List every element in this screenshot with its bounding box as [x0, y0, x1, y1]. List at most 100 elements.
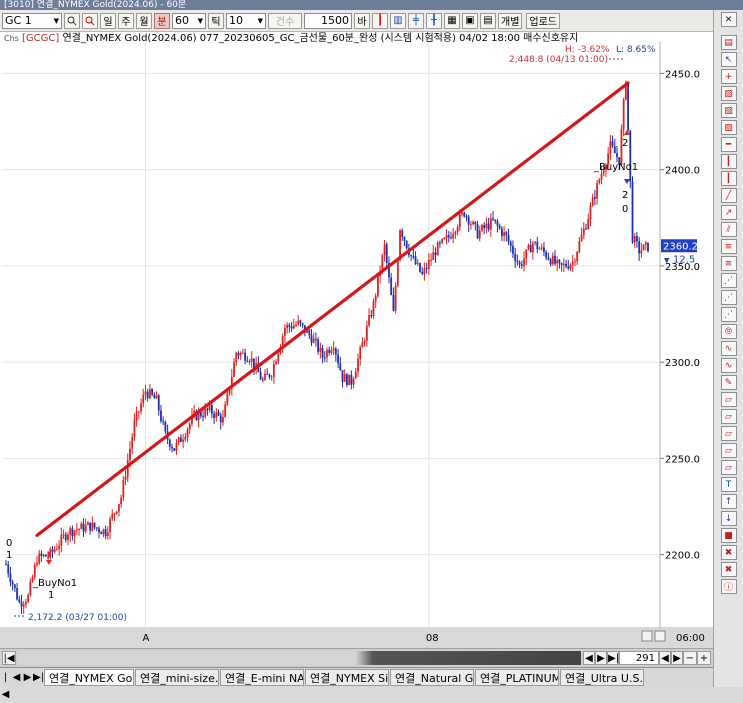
tool-icon[interactable]: ▤: [720, 35, 737, 50]
tab-natural-gas[interactable]: 연결_Natural G...: [390, 669, 474, 686]
candle-body: [319, 347, 322, 352]
candle-body: [73, 530, 76, 537]
bar-count-field[interactable]: 291: [619, 651, 659, 665]
minus-icon[interactable]: −: [683, 651, 697, 665]
tab-first-icon[interactable]: |◀: [0, 669, 11, 700]
channel-icon[interactable]: ⫽: [720, 222, 737, 237]
scroll-right-button[interactable]: ▶: [595, 651, 607, 665]
symbol-combobox[interactable]: GC 1 ▼: [2, 12, 62, 29]
candle-body: [476, 224, 479, 239]
candle-body: [248, 361, 251, 363]
candle-body: [465, 216, 468, 218]
candle-body: [596, 182, 598, 199]
plus-icon[interactable]: +: [697, 651, 711, 665]
candle-body: [308, 330, 311, 335]
text-tool-icon[interactable]: T: [720, 477, 737, 492]
chevron-down-icon: ▼: [197, 16, 203, 25]
candle-body: [487, 223, 490, 230]
vertical-line2-icon[interactable]: ┃: [720, 171, 737, 186]
zoom-in-button[interactable]: ▶: [671, 651, 683, 665]
fan-icon[interactable]: ⋰: [720, 307, 737, 322]
candle-body: [474, 221, 477, 225]
wave2-icon[interactable]: ∿: [720, 358, 737, 373]
delete-icon[interactable]: ✖: [720, 545, 737, 560]
tab-nymex-gold[interactable]: 연결_NYMEX Gol...: [44, 669, 134, 686]
bar-chart-button[interactable]: ▥: [390, 12, 406, 29]
tab-last-icon[interactable]: ▶|: [33, 669, 44, 686]
count-input[interactable]: 1500: [304, 12, 352, 29]
candle-body: [148, 389, 151, 399]
shape5-icon[interactable]: ▱: [720, 460, 737, 475]
chart-type-button[interactable]: ┃: [372, 12, 388, 29]
shape-icon[interactable]: ▱: [720, 392, 737, 407]
shape4-icon[interactable]: ▱: [720, 443, 737, 458]
vertical-line-icon[interactable]: ┃: [720, 154, 737, 169]
horizontal-line-icon[interactable]: ━: [720, 137, 737, 152]
scroll-left-button[interactable]: ◀: [583, 651, 595, 665]
buy-signal-label: _BuyNo1: [32, 578, 77, 589]
scroll-end-button[interactable]: ▶|: [607, 651, 619, 665]
low-pct-label: L: 8.65%: [616, 45, 656, 55]
scroll-left-end-button[interactable]: |◀: [2, 651, 16, 665]
shape3-icon[interactable]: ▱: [720, 426, 737, 441]
tab-emini-na[interactable]: 연결_E-mini NA...: [220, 669, 304, 686]
tab-ultra-us[interactable]: 연결_Ultra U.S...: [560, 669, 644, 686]
tick-button[interactable]: 틱: [208, 12, 224, 29]
close-icon[interactable]: ✕: [720, 12, 737, 27]
tick-combobox[interactable]: 10 ▼: [226, 12, 266, 29]
fibonacci2-icon[interactable]: ≡: [720, 256, 737, 271]
trendline-icon[interactable]: ╱: [720, 188, 737, 203]
interval-value: 60: [175, 14, 189, 27]
scale-button[interactable]: ╂: [426, 12, 442, 29]
period-month-button[interactable]: 월: [136, 12, 152, 29]
layout-button[interactable]: ▣: [462, 12, 478, 29]
pattern3-icon[interactable]: ▧: [720, 120, 737, 135]
settings-button[interactable]: ▤: [480, 12, 496, 29]
shape2-icon[interactable]: ▱: [720, 409, 737, 424]
arrow-line-icon[interactable]: ↗: [720, 205, 737, 220]
gann2-icon[interactable]: ⋰: [720, 290, 737, 305]
link-icon: [85, 16, 95, 25]
candle-body: [75, 529, 78, 531]
buy-signal-count: 1: [48, 590, 54, 601]
tab-mini-size[interactable]: 연결_mini-size...: [135, 669, 219, 686]
pattern2-icon[interactable]: ▧: [720, 103, 737, 118]
info-icon[interactable]: ⓘ: [720, 579, 737, 594]
price-chart[interactable]: 2450.02400.02350.02300.02250.02200.0A 08 0…: [0, 32, 713, 648]
tab-prev-icon[interactable]: ◀: [11, 669, 22, 686]
down-arrow-icon[interactable]: ↓: [720, 511, 737, 526]
candle-body: [505, 232, 508, 235]
wave-icon[interactable]: ∿: [720, 341, 737, 356]
tab-platinum[interactable]: 연결_PLATINUM ...: [475, 669, 559, 686]
search-button[interactable]: [64, 12, 80, 29]
indicator-button[interactable]: ╪: [408, 12, 424, 29]
count-mode-button[interactable]: 건수: [268, 12, 302, 29]
link-button[interactable]: [82, 12, 98, 29]
tab-next-icon[interactable]: ▶: [22, 669, 33, 686]
count-unit-button[interactable]: 바: [354, 12, 370, 29]
gann-icon[interactable]: ⋰: [720, 273, 737, 288]
volume-overview-strip[interactable]: [18, 651, 581, 665]
cycle-icon[interactable]: ⦾: [720, 324, 737, 339]
period-day-button[interactable]: 일: [100, 12, 116, 29]
period-week-button[interactable]: 주: [118, 12, 134, 29]
zoom-out-button[interactable]: ◀: [659, 651, 671, 665]
candle-body: [430, 260, 432, 262]
up-arrow-icon[interactable]: ↑: [720, 494, 737, 509]
interval-combobox[interactable]: 60 ▼: [172, 12, 206, 29]
pen-icon[interactable]: ✎: [720, 375, 737, 390]
fibonacci-icon[interactable]: ≡: [720, 239, 737, 254]
upload-button[interactable]: 업로드: [526, 12, 561, 29]
pattern-icon[interactable]: ▧: [720, 86, 737, 101]
square-icon[interactable]: ■: [720, 528, 737, 543]
candle-body: [489, 218, 492, 230]
individual-button[interactable]: 개별: [498, 12, 523, 29]
crosshair-icon[interactable]: +: [720, 69, 737, 84]
period-minute-button[interactable]: 분: [154, 12, 170, 29]
cursor-arrow-icon[interactable]: ↖: [720, 52, 737, 67]
grid-button[interactable]: ▦: [444, 12, 460, 29]
erase-all-icon[interactable]: ✖: [720, 562, 737, 577]
candle-body: [503, 232, 506, 237]
tab-nymex-sil[interactable]: 연결_NYMEX Sil...: [305, 669, 389, 686]
candle-body: [496, 221, 499, 226]
